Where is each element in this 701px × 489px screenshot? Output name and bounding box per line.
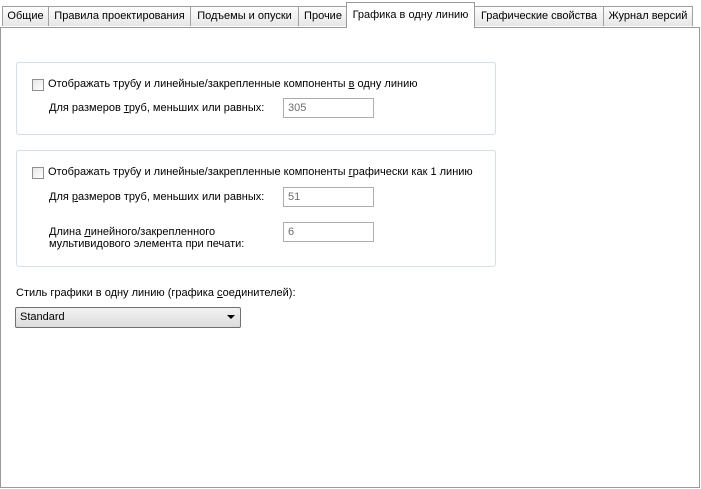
print-length-label: Длина линейного/закрепленного мультивидо…	[49, 226, 245, 250]
tab-general[interactable]: Общие	[2, 6, 49, 26]
single-line-checkbox[interactable]	[32, 79, 44, 91]
tab-panel: Отображать трубу и линейные/закрепленные…	[0, 27, 700, 488]
graphic-single-line-checkbox[interactable]	[32, 167, 44, 179]
tab-version-log[interactable]: Журнал версий	[603, 6, 693, 26]
graphic-size-label: Для размеров труб, меньших или равных:	[49, 191, 265, 203]
tab-strip: Общие Правила проектирования Подъемы и о…	[0, 0, 701, 28]
tab-design-rules[interactable]: Правила проектирования	[48, 6, 191, 26]
graphics-style-selected: Standard	[20, 311, 65, 323]
print-length-input[interactable]: 6	[283, 222, 374, 242]
graphic-single-line-checkbox-label[interactable]: Отображать трубу и линейные/закрепленные…	[48, 166, 473, 178]
single-line-size-input[interactable]: 305	[283, 98, 374, 118]
tab-other[interactable]: Прочие	[298, 6, 348, 26]
graphics-style-dropdown[interactable]: Standard	[15, 307, 241, 328]
tab-rises-and-drops[interactable]: Подъемы и опуски	[190, 6, 299, 26]
single-line-checkbox-label[interactable]: Отображать трубу и линейные/закрепленные…	[48, 78, 417, 90]
tab-single-line-graphics[interactable]: Графика в одну линию	[346, 2, 475, 28]
graphic-single-line-group: Отображать трубу и линейные/закрепленные…	[16, 150, 496, 267]
chevron-down-icon	[227, 315, 235, 319]
tab-graphic-properties[interactable]: Графические свойства	[474, 6, 604, 26]
single-line-group: Отображать трубу и линейные/закрепленные…	[16, 62, 496, 135]
single-line-size-label: Для размеров труб, меньших или равных:	[49, 102, 265, 114]
graphic-size-input[interactable]: 51	[283, 187, 374, 207]
graphics-style-label: Стиль графики в одну линию (графика соед…	[16, 287, 296, 299]
